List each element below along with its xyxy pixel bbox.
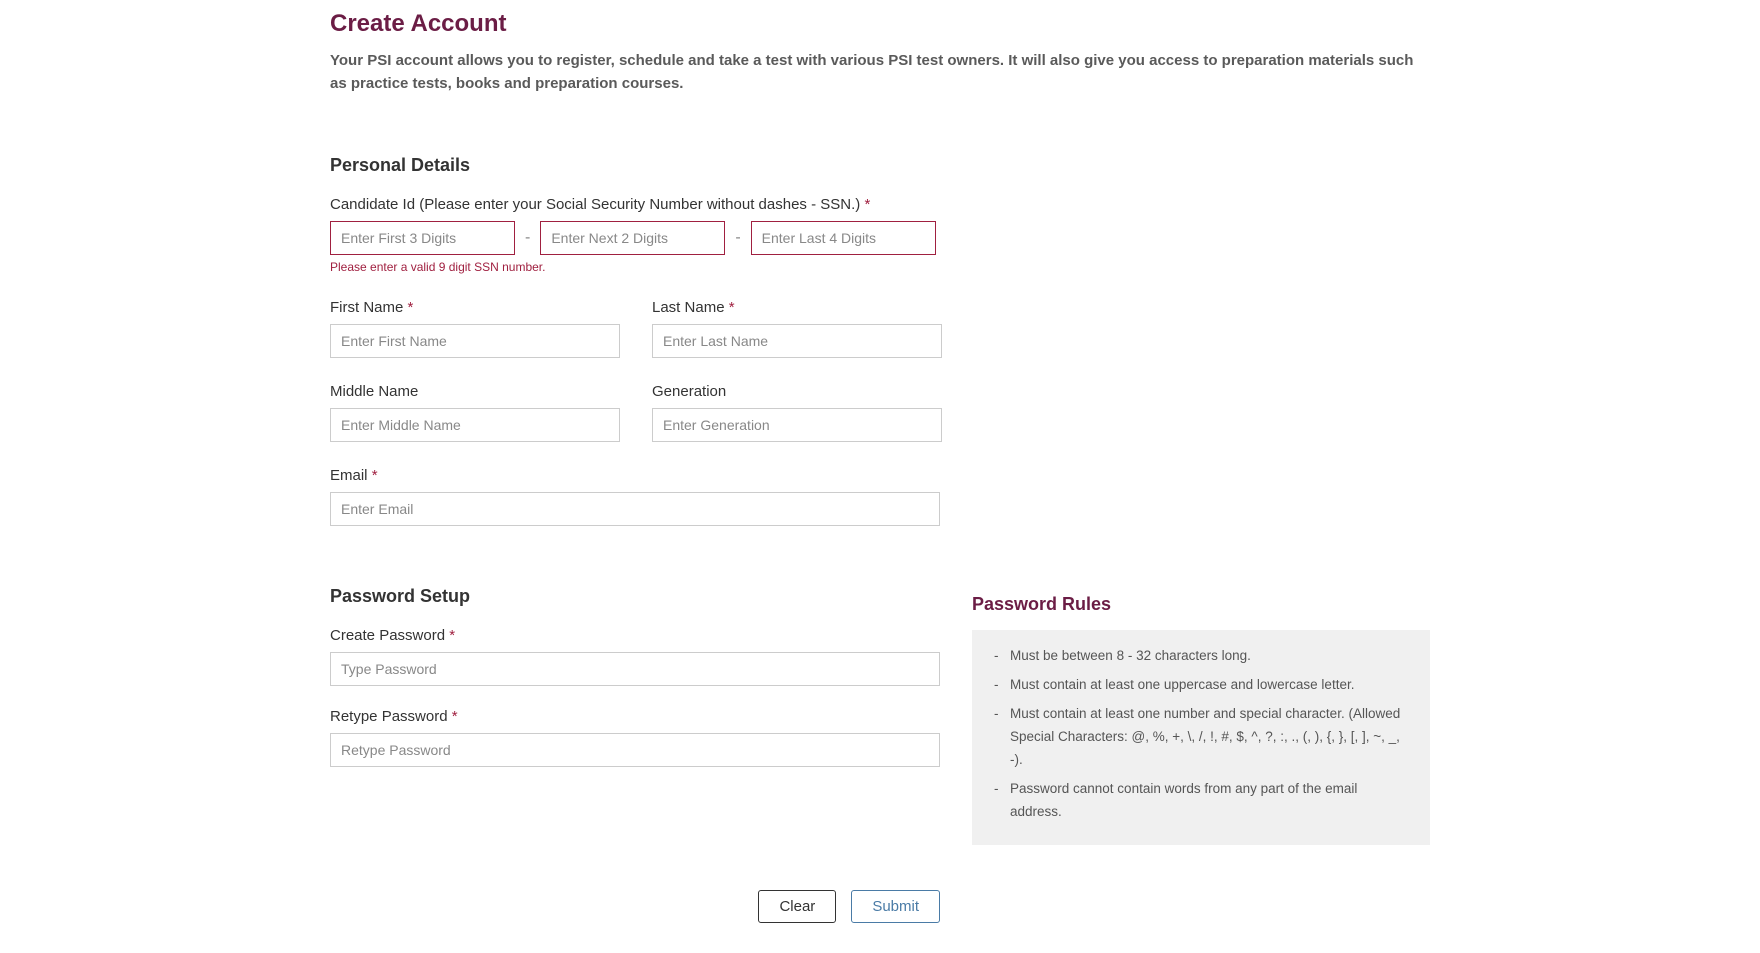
- candidate-id-label: Candidate Id (Please enter your Social S…: [330, 196, 1430, 213]
- ssn-dash: -: [523, 229, 532, 247]
- page-title: Create Account: [330, 10, 1430, 38]
- password-rule: Must contain at least one uppercase and …: [990, 674, 1412, 697]
- ssn-dash: -: [733, 229, 742, 247]
- page-description: Your PSI account allows you to register,…: [330, 50, 1430, 95]
- create-password-input[interactable]: [330, 652, 940, 686]
- generation-input[interactable]: [652, 408, 942, 442]
- required-mark: *: [452, 708, 458, 725]
- ssn-error-message: Please enter a valid 9 digit SSN number.: [330, 260, 1430, 274]
- ssn-next-2-input[interactable]: [540, 221, 725, 255]
- submit-button[interactable]: Submit: [851, 890, 940, 923]
- required-mark: *: [408, 299, 414, 316]
- email-input[interactable]: [330, 492, 940, 526]
- personal-details-heading: Personal Details: [330, 155, 1430, 176]
- required-mark: *: [729, 299, 735, 316]
- password-setup-heading: Password Setup: [330, 586, 940, 607]
- middle-name-input[interactable]: [330, 408, 620, 442]
- middle-name-label: Middle Name: [330, 383, 620, 400]
- generation-label: Generation: [652, 383, 942, 400]
- password-rule: Must contain at least one number and spe…: [990, 703, 1412, 772]
- last-name-input[interactable]: [652, 324, 942, 358]
- password-rule: Password cannot contain words from any p…: [990, 778, 1412, 824]
- required-mark: *: [372, 467, 378, 484]
- first-name-label: First Name *: [330, 299, 620, 316]
- create-password-label: Create Password *: [330, 627, 940, 644]
- required-mark: *: [449, 627, 455, 644]
- ssn-last-4-input[interactable]: [751, 221, 936, 255]
- retype-password-input[interactable]: [330, 733, 940, 767]
- email-label: Email *: [330, 467, 940, 484]
- password-rules-heading: Password Rules: [972, 594, 1430, 615]
- last-name-label: Last Name *: [652, 299, 942, 316]
- retype-password-label: Retype Password *: [330, 708, 940, 725]
- password-rule: Must be between 8 - 32 characters long.: [990, 645, 1412, 668]
- required-mark: *: [864, 196, 870, 213]
- clear-button[interactable]: Clear: [758, 890, 836, 923]
- password-rules-box: Must be between 8 - 32 characters long. …: [972, 630, 1430, 845]
- ssn-first-3-input[interactable]: [330, 221, 515, 255]
- first-name-input[interactable]: [330, 324, 620, 358]
